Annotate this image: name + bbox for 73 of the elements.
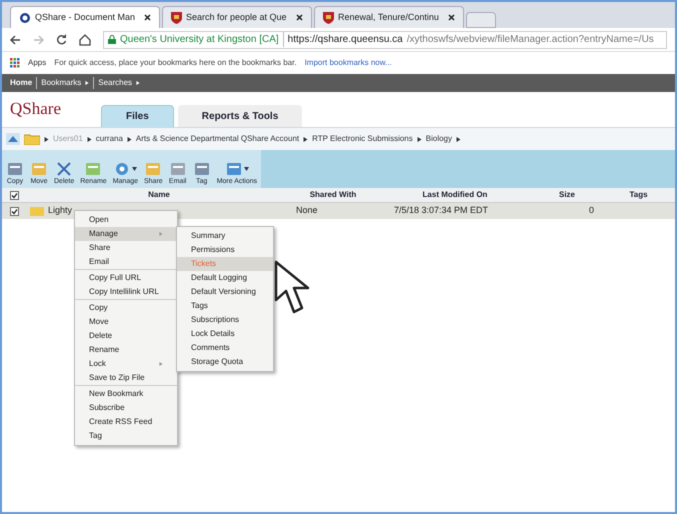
home-icon[interactable] — [79, 34, 91, 46]
reload-icon[interactable] — [56, 34, 67, 45]
table-cell-text: Lighty — [48, 204, 72, 218]
chevron-icon — [416, 136, 422, 142]
back-icon[interactable] — [10, 34, 21, 44]
column-header[interactable]: Tags — [602, 189, 675, 201]
menu-item[interactable]: Lock Details — [177, 327, 273, 341]
shield-icon — [323, 12, 334, 24]
menu-item[interactable]: Comments — [177, 341, 273, 355]
qshare-logo: QShare — [10, 98, 61, 120]
menu-item[interactable]: Rename — [75, 343, 177, 357]
nav-link[interactable]: Bookmarks — [41, 77, 82, 89]
menu-item[interactable]: Subscribe — [75, 401, 177, 415]
menu-item[interactable]: Tag — [75, 429, 177, 443]
browser-tab[interactable]: Renewal, Tenure/Continu — [314, 6, 464, 28]
close-icon[interactable] — [296, 14, 303, 21]
menu-item[interactable]: Delete — [75, 329, 177, 343]
menu-item[interactable]: Tags — [177, 299, 273, 313]
close-icon[interactable] — [144, 14, 151, 21]
menu-item[interactable]: Copy — [75, 301, 177, 315]
menu-item[interactable]: Permissions — [177, 243, 273, 257]
menu-item[interactable]: Email — [75, 255, 177, 269]
breadcrumb-link[interactable]: Biology — [426, 133, 452, 145]
document-icon — [224, 161, 243, 177]
shield-icon — [171, 12, 182, 24]
table-cell-text: 0 — [588, 204, 595, 218]
apps-link[interactable]: Apps — [28, 57, 46, 69]
menu-item[interactable]: New Bookmark — [75, 387, 177, 401]
menu-item[interactable]: Create RSS Feed — [75, 415, 177, 429]
breadcrumb-link[interactable]: Arts & Science Departmental QShare Account — [136, 133, 300, 145]
menu-item[interactable]: Move — [75, 315, 177, 329]
column-header[interactable]: Last Modified On — [378, 189, 532, 201]
select-all-checkbox[interactable] — [10, 190, 19, 200]
bookmarks-hint: For quick access, place your bookmarks here on the bookmarks bar. — [54, 57, 297, 69]
menu-item[interactable]: Summary — [177, 229, 273, 243]
nav-link[interactable]: Searches — [98, 77, 132, 89]
menu-item[interactable]: Save to Zip File — [75, 371, 177, 385]
menu-item[interactable]: Storage Quota — [177, 355, 273, 369]
column-header[interactable]: Size — [532, 189, 602, 201]
menu-item[interactable]: Default Logging — [177, 271, 273, 285]
document-icon — [6, 161, 24, 177]
chevron-icon — [44, 136, 49, 142]
breadcrumb-link[interactable]: RTP Electronic Submissions — [312, 133, 413, 145]
row-checkbox[interactable] — [10, 206, 19, 216]
up-folder-icon[interactable] — [6, 133, 20, 145]
chevron-icon — [303, 136, 308, 142]
close-icon[interactable] — [448, 14, 455, 21]
chevron-icon — [126, 136, 132, 142]
chevron-icon — [86, 136, 92, 142]
column-header[interactable]: Name — [30, 189, 288, 201]
menu-item[interactable]: Subscriptions — [177, 313, 273, 327]
menu-item[interactable]: Default Versioning — [177, 285, 273, 299]
column-header[interactable]: Shared With — [288, 189, 378, 201]
nav-link[interactable]: Home — [10, 77, 32, 89]
address-field[interactable]: Queen's University at Kingston [CA] https://qshare.queensu.ca /xythoswfs/webview/fileManager.action?entryName=/Us — [103, 30, 667, 48]
document-icon — [84, 161, 102, 177]
chevron-icon — [456, 136, 462, 142]
table-cell-text: 7/5/18 3:07:34 PM EDT — [393, 204, 490, 218]
import-bookmarks-link[interactable]: Import bookmarks now... — [304, 57, 392, 69]
app-tab[interactable]: Files — [100, 105, 174, 127]
menu-item[interactable]: Copy Intellilink URL — [75, 285, 177, 299]
breadcrumb-link[interactable]: currana — [96, 133, 123, 145]
browser-tab[interactable]: Search for people at Que — [162, 6, 312, 28]
menu-item[interactable]: Manage — [75, 227, 177, 241]
menu-item[interactable]: Lock — [75, 357, 177, 371]
menu-item[interactable]: Share — [75, 241, 177, 255]
table-cell-text: None — [295, 204, 319, 218]
circle-logo-icon — [19, 12, 31, 24]
apps-grid-icon[interactable] — [10, 58, 20, 68]
app-tab[interactable]: Reports & Tools — [178, 105, 302, 127]
lock-icon — [108, 35, 116, 44]
menu-item[interactable]: Copy Full URL — [75, 271, 177, 285]
browser-tab[interactable]: QShare - Document Man — [10, 6, 160, 28]
